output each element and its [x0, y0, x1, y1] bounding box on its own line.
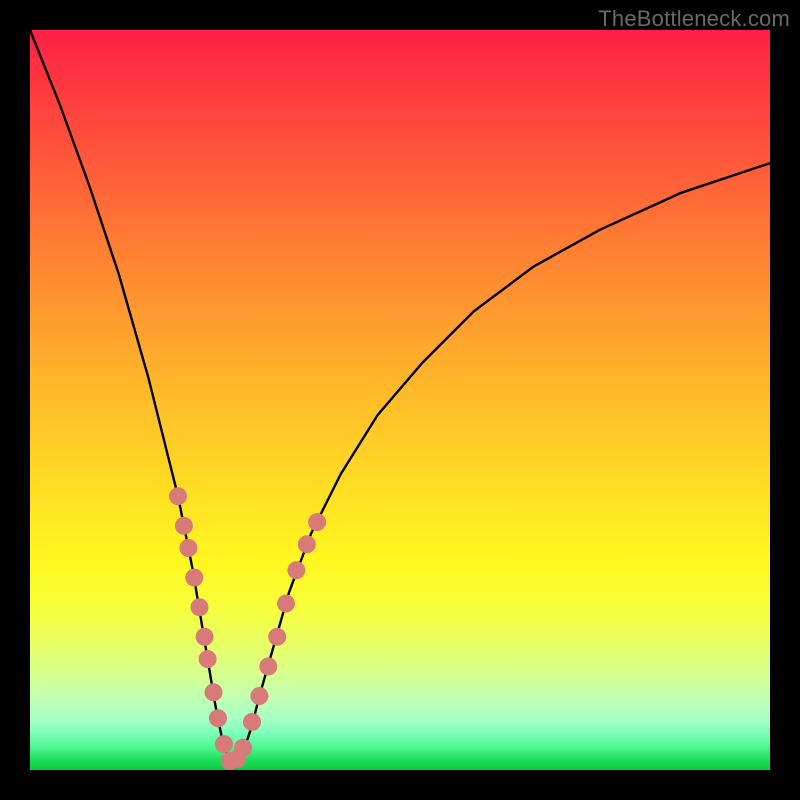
page-frame: TheBottleneck.com — [0, 0, 800, 800]
data-dot — [308, 513, 326, 531]
data-dot — [185, 569, 203, 587]
data-dot — [209, 709, 227, 727]
data-dot — [268, 628, 286, 646]
bottleneck-curve — [30, 30, 770, 763]
data-dot — [259, 657, 277, 675]
data-dot — [243, 713, 261, 731]
data-dot — [169, 487, 187, 505]
data-dot — [215, 735, 233, 753]
data-dot — [196, 628, 214, 646]
data-dot — [205, 683, 223, 701]
data-dot — [179, 539, 197, 557]
dots-right-arm — [228, 513, 326, 768]
data-dot — [287, 561, 305, 579]
watermark-text: TheBottleneck.com — [598, 6, 790, 32]
data-dot — [175, 517, 193, 535]
data-dot — [250, 687, 268, 705]
data-dot — [234, 739, 252, 757]
data-dot — [199, 650, 217, 668]
plot-area — [30, 30, 770, 770]
data-dot — [298, 535, 316, 553]
dots-left-arm — [169, 487, 239, 770]
data-dot — [191, 598, 209, 616]
data-dot — [277, 595, 295, 613]
chart-svg — [30, 30, 770, 770]
